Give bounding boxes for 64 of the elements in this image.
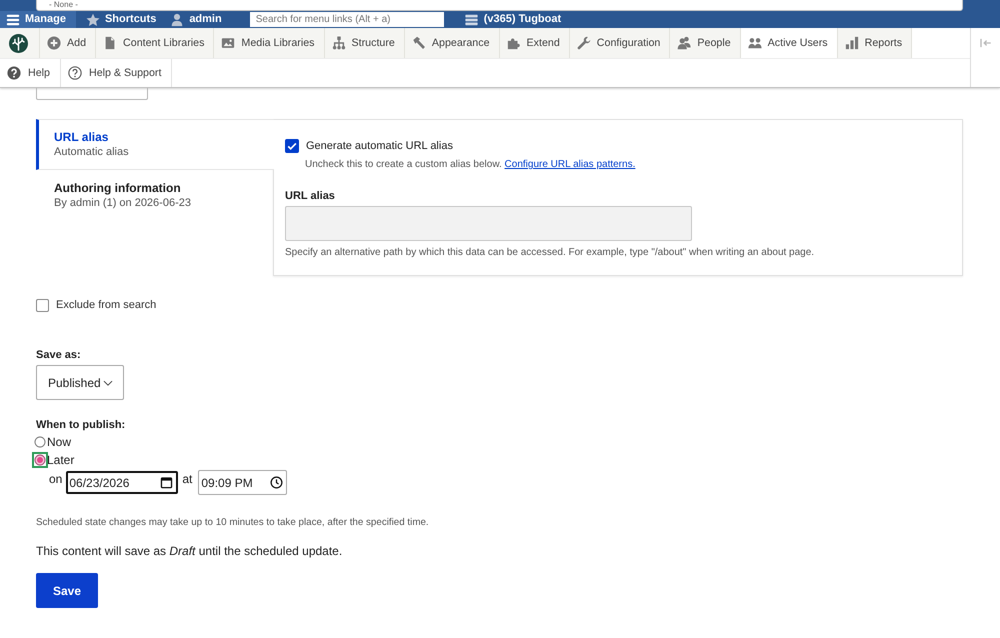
image-icon (221, 36, 236, 50)
field-label: When to publish: (36, 418, 126, 432)
description-text: Specify an alternative path by which this data can be accessed. For example, type "/about" when writing an about page. (285, 246, 816, 259)
save-button[interactable]: Save (36, 573, 98, 608)
radio-button[interactable] (32, 434, 48, 450)
field-label: on (49, 472, 62, 486)
help-icon (7, 66, 21, 80)
server-icon (462, 12, 480, 26)
note-text: Scheduled state changes may take up to 10 minutes to take place, after the specified time. (36, 517, 430, 529)
tree-icon (9, 34, 28, 52)
puzzle-piece-icon (506, 36, 521, 50)
clock-icon (270, 476, 284, 489)
menu-item[interactable]: Media Libraries (214, 28, 324, 58)
summary-text: This content will save as Draft until the scheduled update. (36, 543, 344, 560)
select-field[interactable]: Published (36, 365, 124, 400)
plus-circle-icon (47, 36, 61, 50)
toolbar-tab[interactable]: admin (164, 11, 232, 28)
menu-item[interactable]: Structure (324, 28, 405, 58)
star-icon (86, 12, 100, 26)
hammer-icon (412, 36, 426, 50)
description-text: Uncheck this to create a custom alias below. Configure URL alias patterns. (305, 158, 636, 171)
menu-item[interactable]: Help (0, 59, 61, 87)
menu-item[interactable]: People (670, 28, 741, 58)
input-field[interactable] (36, 88, 148, 100)
checkbox[interactable] (285, 139, 299, 153)
checkbox[interactable] (36, 298, 49, 312)
configure-link[interactable]: Configure URL alias patterns. (504, 159, 636, 170)
help-circle-icon (68, 66, 82, 80)
radio-label: Later (47, 453, 74, 467)
menu-item[interactable]: Configuration (570, 28, 670, 58)
home-link[interactable] (0, 28, 40, 58)
checkmark-icon (286, 140, 298, 152)
menu-item[interactable]: Reports (838, 28, 912, 58)
vertical-tab[interactable]: Authoring information By admin (1) on 2026-06-23 (36, 170, 273, 220)
toolbar-tab[interactable]: Manage (0, 11, 76, 28)
radio-button[interactable] (32, 452, 48, 468)
wrench-icon (576, 36, 591, 50)
field-label: Save as: (36, 348, 82, 362)
document-icon (103, 36, 118, 50)
vertical-tab[interactable]: URL alias Automatic alias (36, 119, 274, 170)
calendar-icon (160, 476, 174, 489)
menu-item[interactable]: Help & Support (60, 59, 172, 87)
date-field[interactable]: 06/23/2026 (66, 471, 178, 494)
menu-item[interactable]: Add (40, 28, 96, 58)
menu-item[interactable]: Extend (500, 28, 570, 58)
field-label: at (182, 472, 192, 486)
menu-item[interactable]: Content Libraries (96, 28, 214, 58)
bar-chart-icon (844, 36, 859, 50)
field-label: URL alias (285, 189, 336, 203)
time-field[interactable]: 09:09 PM (198, 470, 288, 495)
environment-link[interactable]: (v365) Tugboat (462, 11, 562, 28)
people-icon (677, 36, 692, 50)
users-icon (748, 36, 762, 50)
person-icon (170, 12, 184, 26)
menu-item[interactable]: Active Users (740, 28, 838, 58)
menu-item[interactable]: Appearance (404, 28, 500, 58)
sitemap-icon (332, 36, 346, 50)
menu-icon (6, 12, 20, 26)
search-field[interactable]: Search for menu links (Alt + a) (250, 12, 444, 27)
checkbox-label: Generate automatic URL alias (306, 140, 453, 152)
checkbox-label: Exclude from search (56, 299, 156, 311)
radio-label: Now (47, 435, 72, 449)
toolbar-tab[interactable]: Shortcuts (80, 11, 164, 28)
select-field[interactable]: - None - (36, 0, 963, 11)
